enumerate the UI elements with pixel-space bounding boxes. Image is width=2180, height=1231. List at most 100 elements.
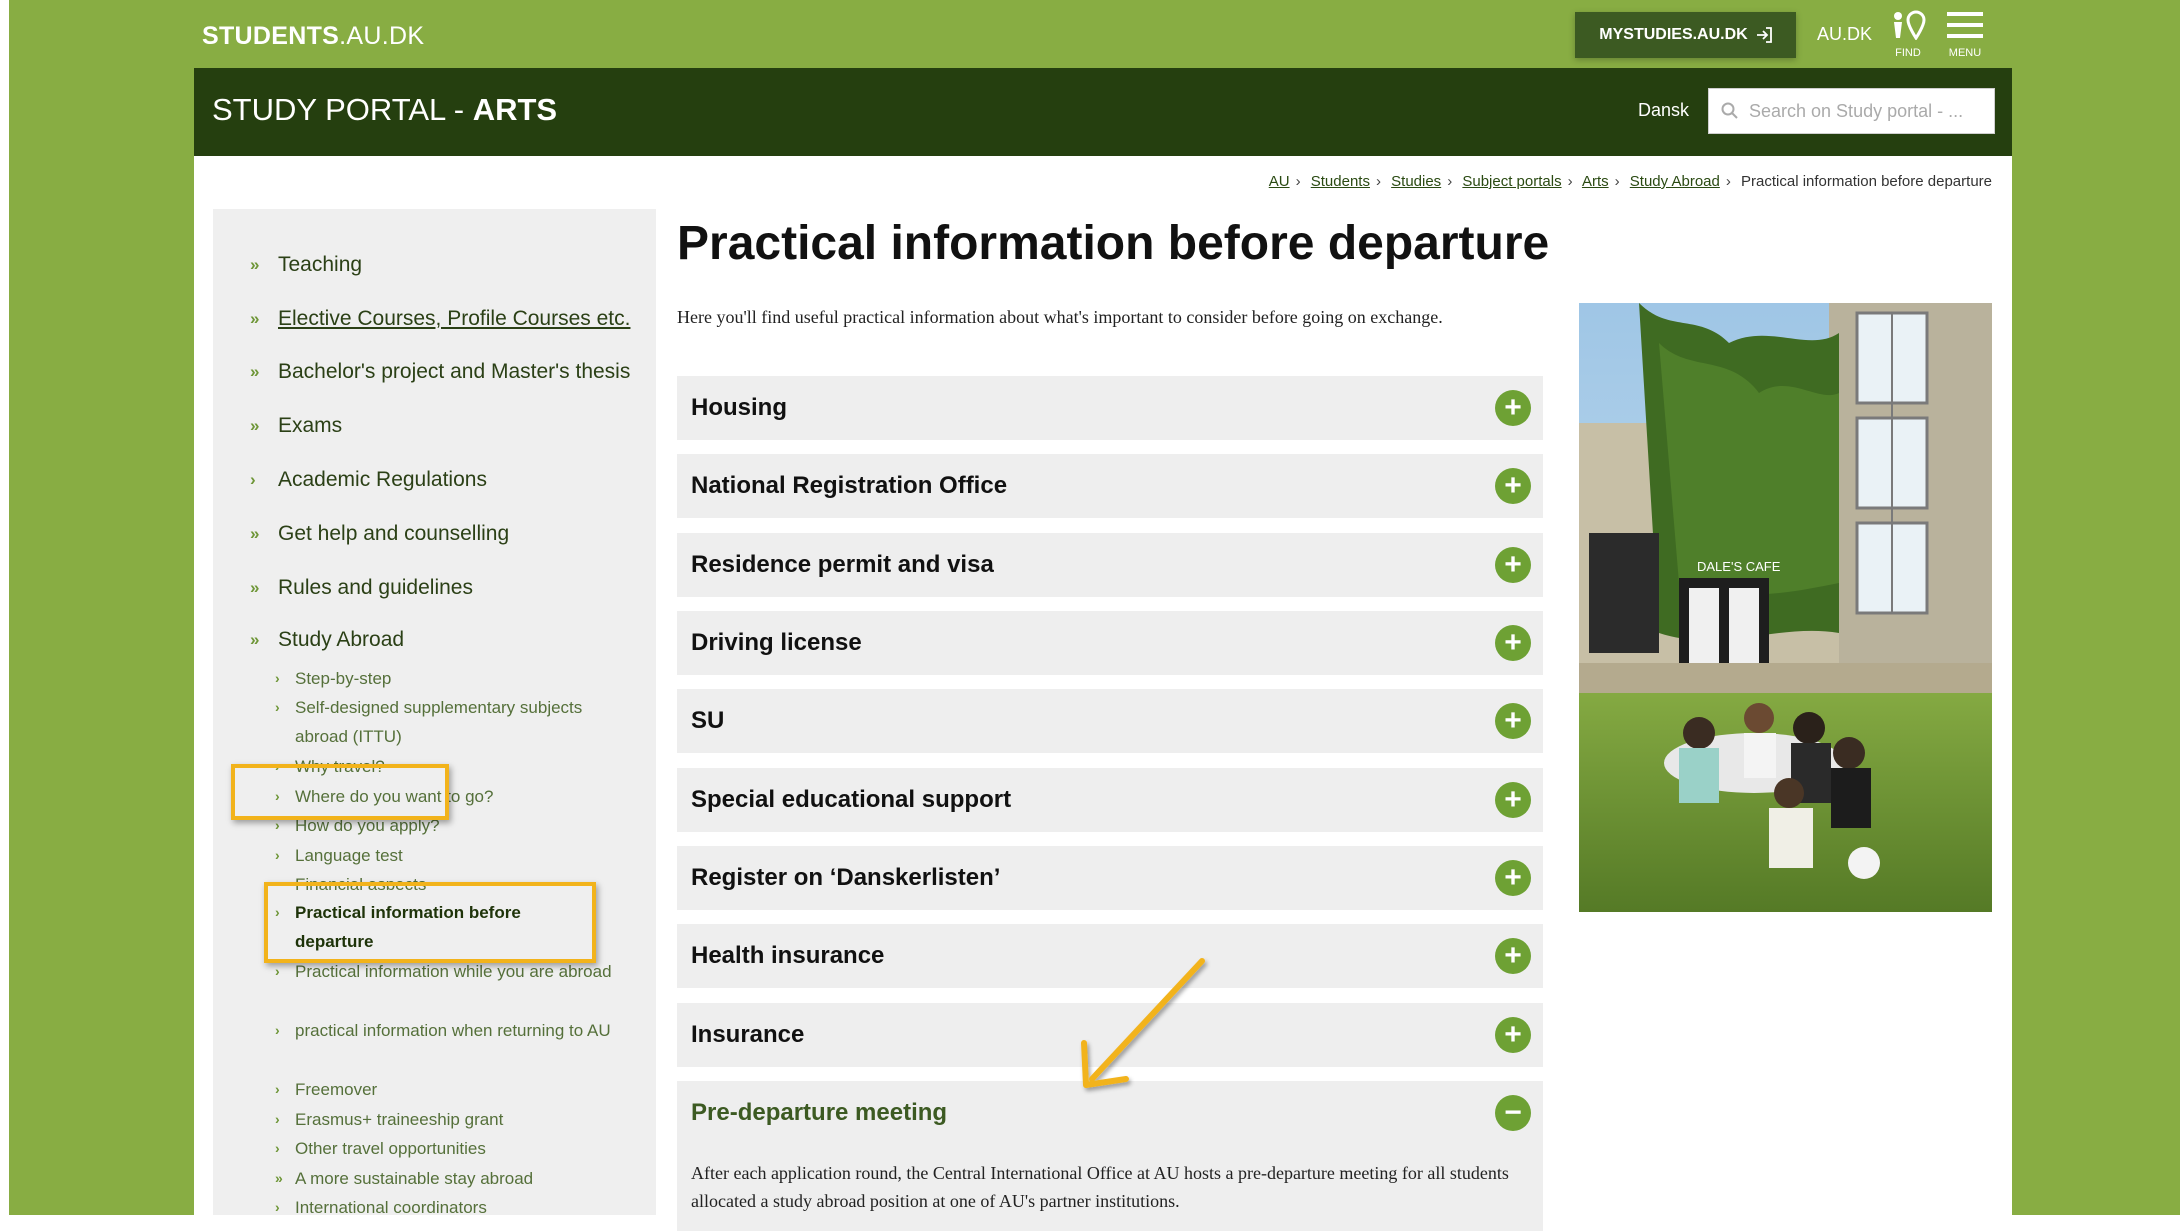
chevron-right-icon: › [275,1022,280,1038]
site-background: STUDENTS.AU.DK MYSTUDIES.AU.DK AU.DK FIN… [9,0,2180,1231]
sidebar-item-rules[interactable]: » Rules and guidelines [250,576,473,600]
accordion-label: National Registration Office [691,472,1008,499]
sidebar-nav: » Teaching » Elective Courses, Profile Cou… [213,209,656,1217]
sidebar-item-get-help[interactable]: » Get help and counselling [250,522,509,546]
logo-thin: .AU.DK [339,22,425,50]
subnav-item-freemover[interactable]: › Freemover [275,1075,625,1104]
subnav-item-ittu[interactable]: › Self-designed supplementary subjects ab… [275,693,625,751]
accordion-driving-license[interactable]: Driving license + [677,611,1543,675]
sidebar-item-label: Get help and counselling [278,522,510,545]
login-icon [1756,27,1772,43]
chevron-right-icon: › [1614,173,1620,190]
sidebar-item-academic-regulations[interactable]: › Academic Regulations [250,468,487,492]
subnav-item-sustainable[interactable]: » A more sustainable stay abroad [275,1164,625,1193]
plus-icon[interactable]: + [1495,625,1531,661]
subnav-item-language-test[interactable]: › Language test [275,841,625,870]
chevron-right-icon: › [275,1140,280,1156]
accordion-label: SU [691,707,725,734]
chevron-right-icon: › [275,847,280,863]
menu-button[interactable]: MENU [1942,10,1988,62]
search-box[interactable] [1708,88,1995,134]
cafe-sign-text: DALE'S CAFE [1697,559,1781,574]
accordion-residence-permit[interactable]: Residence permit and visa + [677,533,1543,597]
cafe-photo-image: DALE'S CAFE [1579,303,1992,912]
subnav-item-label: Self-designed supplementary subjects abr… [295,698,583,746]
au-dk-link[interactable]: AU.DK [1817,24,1872,45]
mystudies-button[interactable]: MYSTUDIES.AU.DK [1575,12,1796,58]
search-input[interactable] [1747,99,1991,123]
highlight-box-study-abroad [231,764,449,820]
mystudies-label: MYSTUDIES.AU.DK [1599,26,1748,43]
chevron-right-icon: › [250,470,256,489]
breadcrumb-au[interactable]: AU [1269,173,1290,190]
find-button[interactable]: FIND [1885,10,1931,62]
top-bar: STUDENTS.AU.DK MYSTUDIES.AU.DK AU.DK FIN… [9,0,2180,68]
sidebar-item-study-abroad[interactable]: » Study Abroad [250,628,404,652]
page-body: AU › Students › Studies › Subject portals › … [194,156,2012,1231]
sidebar-item-teaching[interactable]: » Teaching [250,253,362,277]
hamburger-icon [1947,12,1983,38]
plus-icon[interactable]: + [1495,860,1531,896]
accordion-danskerlisten[interactable]: Register on ‘Danskerlisten’ + [677,846,1543,910]
subnav-item-label: Erasmus+ traineeship grant [295,1110,504,1129]
accordion-label: Health insurance [691,942,885,969]
accordion-national-registration[interactable]: National Registration Office + [677,454,1543,518]
sidebar-item-label: Study Abroad [278,628,405,651]
find-label: FIND [1895,47,1921,59]
accordion-label: Register on ‘Danskerlisten’ [691,864,1001,891]
plus-icon[interactable]: + [1495,390,1531,426]
subnav-item-step-by-step[interactable]: › Step-by-step [275,664,625,693]
language-switch-link[interactable]: Dansk [1638,100,1689,121]
plus-icon[interactable]: + [1495,1017,1531,1053]
plus-icon[interactable]: + [1495,782,1531,818]
subnav-item-label: Practical information while you are abro… [295,962,612,981]
accordion-label: Residence permit and visa [691,551,994,578]
subnav-item-label: Freemover [295,1080,378,1099]
subnav-item-label: Step-by-step [295,669,392,688]
breadcrumb-study-abroad[interactable]: Study Abroad [1630,173,1720,190]
subnav-item-coordinators[interactable]: › International coordinators [275,1193,625,1222]
accordion-label: Driving license [691,629,862,656]
accordion-label: Special educational support [691,786,1012,813]
breadcrumb-studies[interactable]: Studies [1391,173,1441,190]
accordion-pre-departure-meeting[interactable]: Pre-departure meeting − After each applic… [677,1081,1543,1231]
subnav-item-label: Other travel opportunities [295,1139,486,1158]
sidebar-item-label: Rules and guidelines [278,576,473,599]
accordion-special-support[interactable]: Special educational support + [677,768,1543,832]
double-chevron-icon: » [250,255,260,274]
double-chevron-icon: » [275,1170,283,1186]
plus-icon[interactable]: + [1495,938,1531,974]
plus-icon[interactable]: + [1495,703,1531,739]
breadcrumb-current: Practical information before departure [1741,173,1992,190]
double-chevron-icon: » [250,362,260,381]
subnav-item-other-travel[interactable]: › Other travel opportunities [275,1134,625,1163]
portal-name: ARTS [472,92,558,127]
sidebar-item-label: Elective Courses, Profile Courses etc. [278,307,631,330]
plus-icon[interactable]: + [1495,468,1531,504]
accordion-housing[interactable]: Housing + [677,376,1543,440]
breadcrumb-arts[interactable]: Arts [1582,173,1609,190]
double-chevron-icon: » [250,524,260,543]
cafe-photo: DALE'S CAFE [1579,303,1992,912]
subnav-item-label: Language test [295,846,403,865]
sidebar-item-elective-courses[interactable]: » Elective Courses, Profile Courses etc. [250,307,630,331]
subnav-item-returning[interactable]: › practical information when returning to… [275,1016,615,1045]
accordion-su[interactable]: SU + [677,689,1543,753]
double-chevron-icon: » [250,309,260,328]
portal-prefix: STUDY PORTAL - [212,92,473,127]
subnav-item-erasmus[interactable]: › Erasmus+ traineeship grant [275,1105,625,1134]
plus-icon[interactable]: + [1495,547,1531,583]
sidebar-item-bachelor-master[interactable]: » Bachelor's project and Master's thesis [250,360,630,384]
portal-title[interactable]: STUDY PORTAL - ARTS [212,92,557,128]
chevron-right-icon: › [275,1081,280,1097]
breadcrumb-subject-portals[interactable]: Subject portals [1462,173,1561,190]
minus-icon[interactable]: − [1495,1095,1531,1131]
accordion-label: Insurance [691,1021,805,1048]
site-logo[interactable]: STUDENTS.AU.DK [202,22,424,51]
breadcrumb-students[interactable]: Students [1311,173,1370,190]
accordion-body: After each application round, the Centra… [691,1163,1509,1211]
chevron-right-icon: › [275,1199,280,1215]
search-icon [1721,102,1738,119]
sidebar-item-exams[interactable]: » Exams [250,414,342,438]
sidebar-item-label: Teaching [278,253,363,276]
